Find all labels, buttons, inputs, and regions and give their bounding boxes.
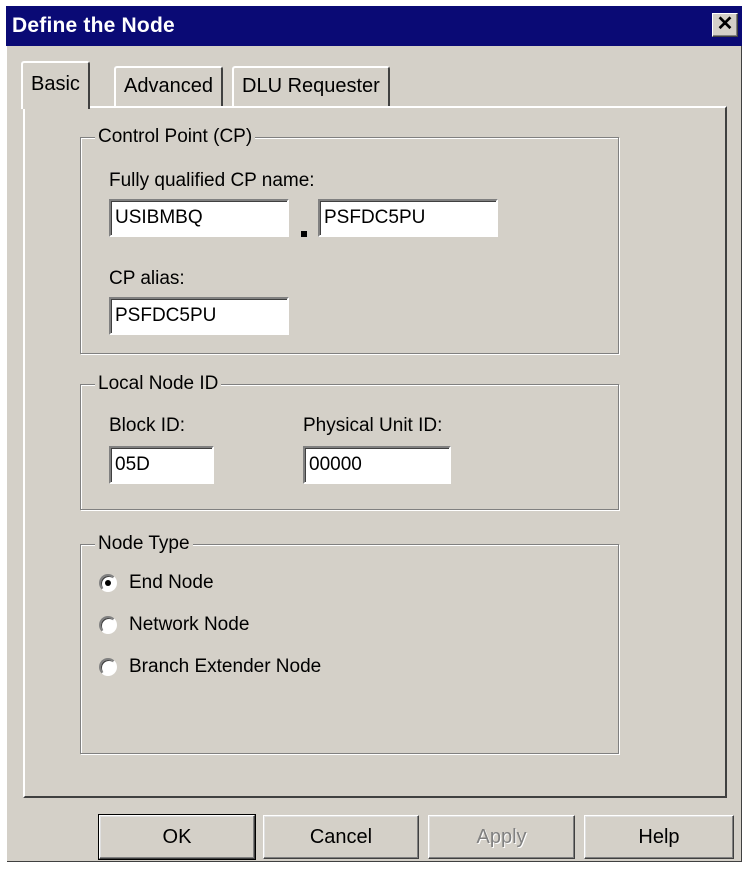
cp-alias-input[interactable] — [111, 299, 287, 333]
control-point-group: Control Point (CP) Fully qualified CP na… — [80, 125, 619, 354]
physical-unit-id-input[interactable] — [305, 448, 449, 482]
node-type-legend: Node Type — [95, 532, 193, 556]
block-id-label: Block ID: — [109, 415, 186, 436]
window-title: Define the Node — [12, 14, 175, 37]
title-bar[interactable]: Define the Node ✕ — [6, 6, 742, 46]
ok-button[interactable]: OK — [98, 814, 256, 860]
fq-cp-name-label: Fully qualified CP name: — [109, 170, 315, 191]
branch-extender-node-label: Branch Extender Node — [129, 656, 322, 677]
tab-dlu-requester-label: DLU Requester — [242, 75, 380, 97]
end-node-label: End Node — [129, 572, 214, 593]
physical-unit-id-field[interactable] — [303, 446, 451, 484]
radio-end-node[interactable]: End Node — [99, 570, 214, 596]
cancel-button[interactable]: Cancel — [263, 815, 419, 859]
tab-basic-label: Basic — [31, 73, 80, 95]
node-type-group: Node Type End Node Network Node Branch E… — [80, 532, 619, 754]
radio-branch-extender-node[interactable]: Branch Extender Node — [99, 654, 321, 680]
separator-dot — [301, 231, 307, 237]
tab-basic[interactable]: Basic — [21, 61, 90, 109]
radio-button[interactable] — [99, 574, 117, 592]
network-name-input[interactable] — [111, 201, 287, 235]
cp-alias-label: CP alias: — [109, 268, 185, 289]
cp-alias-field[interactable] — [109, 297, 289, 335]
tab-dlu-requester[interactable]: DLU Requester — [232, 66, 390, 106]
tab-advanced[interactable]: Advanced — [114, 66, 223, 106]
block-id-input[interactable] — [111, 448, 212, 482]
physical-unit-id-label: Physical Unit ID: — [303, 415, 443, 436]
help-button[interactable]: Help — [584, 815, 734, 859]
radio-button[interactable] — [99, 658, 117, 676]
cp-name-input[interactable] — [320, 201, 496, 235]
close-icon: ✕ — [716, 13, 734, 35]
apply-button[interactable]: Apply — [428, 815, 575, 859]
tab-advanced-label: Advanced — [124, 75, 213, 97]
local-node-id-legend: Local Node ID — [95, 372, 222, 396]
block-id-field[interactable] — [109, 446, 214, 484]
close-button[interactable]: ✕ — [712, 13, 738, 37]
cp-name-field[interactable] — [318, 199, 498, 237]
network-name-field[interactable] — [109, 199, 289, 237]
basic-tab-panel: Control Point (CP) Fully qualified CP na… — [23, 106, 727, 798]
radio-network-node[interactable]: Network Node — [99, 612, 249, 638]
radio-button[interactable] — [99, 616, 117, 634]
radio-selected-dot — [105, 580, 111, 586]
local-node-id-group: Local Node ID Block ID: Physical Unit ID… — [80, 372, 619, 510]
define-node-dialog: Define the Node ✕ Basic Advanced DLU Req… — [6, 6, 742, 862]
network-node-label: Network Node — [129, 614, 250, 635]
control-point-legend: Control Point (CP) — [95, 125, 256, 149]
